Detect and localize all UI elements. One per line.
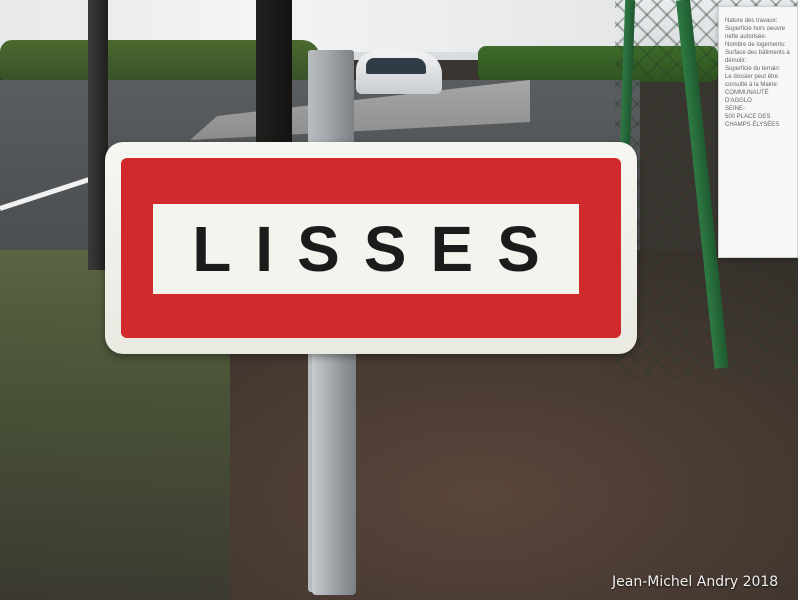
notice-board-text: Nature des travaux: Superficie hors oeuv… bbox=[725, 17, 791, 129]
sign-post-dark bbox=[256, 0, 292, 150]
notice-line: Superficie du terrain: bbox=[725, 66, 781, 72]
car-window bbox=[366, 58, 426, 74]
notice-line: Nombre de logements: bbox=[725, 42, 786, 48]
notice-line: Le dossier peut être consulté à la Mairi… bbox=[725, 74, 779, 88]
notice-line: 500 PLACE DES CHAMPS ÉLYSÉES bbox=[725, 114, 780, 128]
sign-post-lower bbox=[312, 350, 356, 595]
photographer-watermark: Jean-Michel Andry 2018 bbox=[612, 574, 779, 590]
town-name: LISSES bbox=[192, 213, 564, 285]
notice-line: SEINE- bbox=[725, 106, 746, 112]
town-sign: LISSES bbox=[105, 142, 637, 354]
sign-white-panel: LISSES bbox=[153, 204, 579, 294]
notice-line: Surface des bâtiments à démolir: bbox=[725, 50, 790, 64]
photo-frame: Nature des travaux: Superficie hors oeuv… bbox=[0, 0, 798, 600]
sign-red-border: LISSES bbox=[121, 158, 621, 338]
notice-line: Nature des travaux: bbox=[725, 18, 778, 24]
notice-line: Superficie hors oeuvre nette autorisée: bbox=[725, 26, 786, 40]
notice-board: Nature des travaux: Superficie hors oeuv… bbox=[718, 6, 798, 258]
notice-line: COMMUNAUTÉ D'AGGLO bbox=[725, 90, 769, 104]
